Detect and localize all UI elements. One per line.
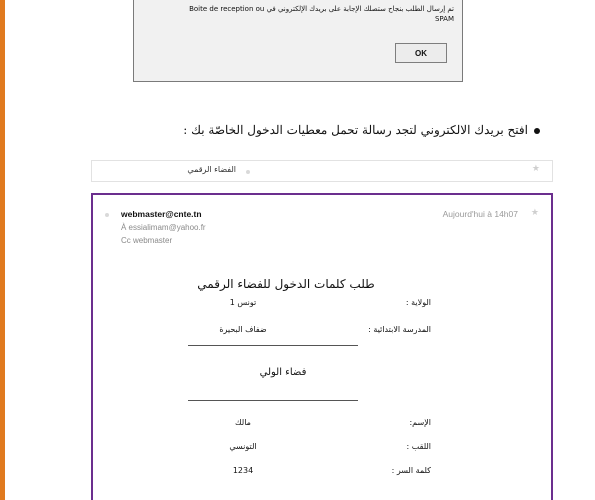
star-icon[interactable]: ★ [532, 164, 540, 174]
left-accent-bar [0, 0, 5, 500]
field-value-first-name: مالك [235, 418, 251, 427]
divider [188, 345, 358, 346]
instruction-label: افتح بريدك الالكتروني لتجد رسالة تحمل مع… [183, 123, 528, 137]
email-cc: Cc webmaster [121, 236, 173, 245]
field-value-governorate: تونس 1 [229, 298, 257, 307]
field-label-last-name: اللقب : [406, 442, 431, 451]
form-title: طلب كلمات الدخول للفضاء الرقمي [197, 277, 375, 291]
bullet-icon [534, 127, 540, 134]
field-label-governorate: الولاية : [405, 298, 431, 307]
field-label-first-name: الإسم: [409, 418, 431, 427]
field-label-school: المدرسة الابتدائية : [368, 325, 431, 334]
email-message: webmaster@cnte.tn À essialimam@yahoo.fr … [91, 193, 553, 500]
field-value-last-name: التونسي [229, 442, 257, 451]
unread-dot-icon [105, 213, 109, 217]
field-value-password: 1234 [232, 466, 254, 475]
folder-label: الفضاء الرقمي [187, 165, 236, 174]
dialog-message: تم إرسال الطلب بنجاح ستصلك الإجابة على ب… [140, 4, 454, 24]
email-sender[interactable]: webmaster@cnte.tn [121, 209, 202, 219]
instruction-text: افتح بريدك الالكتروني لتجد رسالة تحمل مع… [183, 123, 540, 137]
unread-dot-icon [246, 170, 250, 174]
confirmation-dialog: تم إرسال الطلب بنجاح ستصلك الإجابة على ب… [133, 0, 463, 82]
space-name: فضاء الولي [259, 367, 307, 378]
divider [188, 400, 358, 401]
ok-button[interactable]: OK [395, 43, 447, 63]
field-value-school: ضفاف البحيرة [219, 325, 267, 334]
mail-folder-row[interactable]: الفضاء الرقمي ★ [91, 160, 553, 182]
field-label-password: كلمة السر : [391, 466, 431, 475]
dialog-message-line2: SPAM [434, 15, 454, 23]
dialog-message-line1: تم إرسال الطلب بنجاح ستصلك الإجابة على ب… [189, 5, 454, 13]
email-date: Aujourd'hui à 14h07 [442, 209, 518, 219]
email-recipient: À essialimam@yahoo.fr [121, 223, 206, 232]
star-icon[interactable]: ★ [531, 208, 539, 218]
